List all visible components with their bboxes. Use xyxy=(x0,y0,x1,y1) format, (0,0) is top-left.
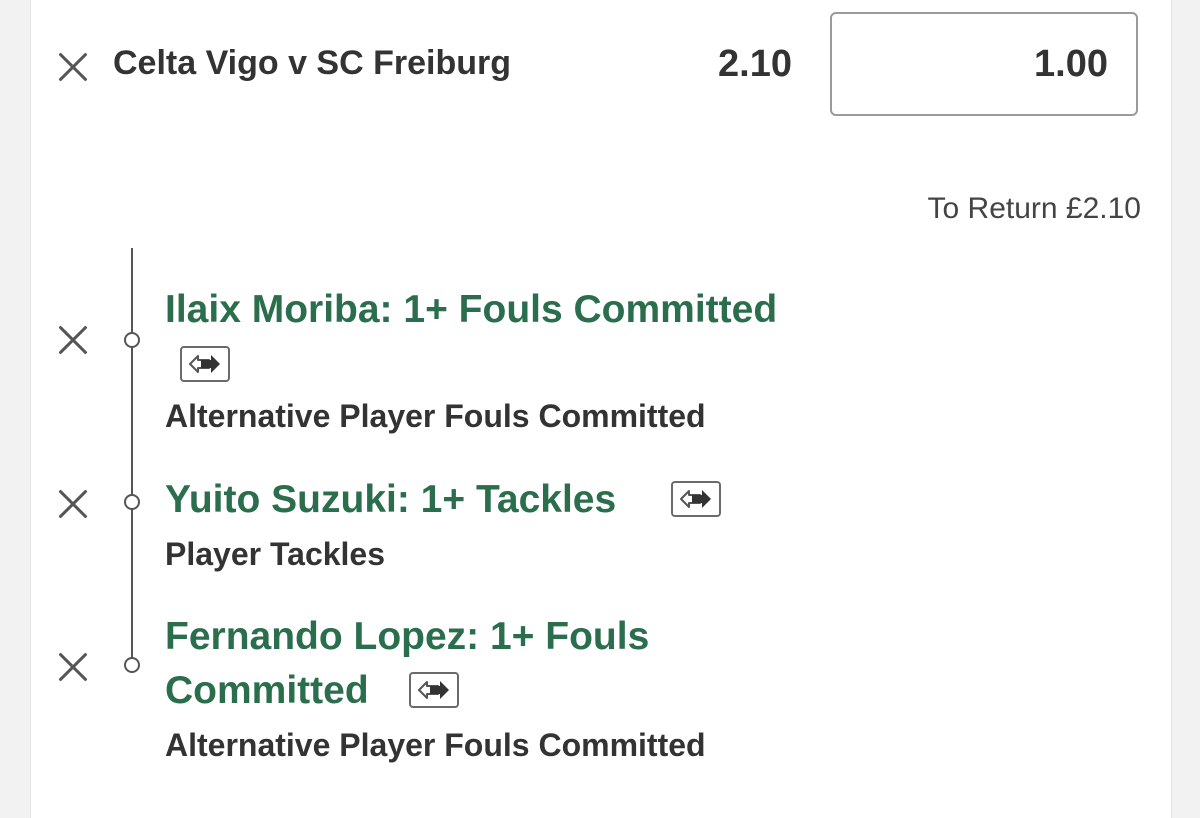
match-title: Celta Vigo v SC Freiburg xyxy=(113,44,512,82)
remove-bet-close-icon[interactable] xyxy=(56,50,90,84)
selection-title[interactable]: Ilaix Moriba: 1+ Fouls Committed xyxy=(165,283,777,337)
selection-market: Player Tackles xyxy=(165,536,386,572)
remove-selection-close-icon[interactable] xyxy=(56,487,90,521)
timeline-node xyxy=(124,332,140,348)
swap-icon[interactable] xyxy=(671,481,721,517)
timeline-node xyxy=(124,494,140,510)
selection-title-line-1[interactable]: Fernando Lopez: 1+ Fouls xyxy=(165,610,649,664)
bet-odds: 2.10 xyxy=(718,43,792,85)
selection-title-line-2[interactable]: Committed xyxy=(165,664,369,718)
stake-input[interactable]: 1.00 xyxy=(830,12,1138,116)
selection-title[interactable]: Yuito Suzuki: 1+ Tackles xyxy=(165,473,616,527)
remove-selection-close-icon[interactable] xyxy=(56,323,90,357)
remove-selection-close-icon[interactable] xyxy=(56,650,90,684)
swap-icon[interactable] xyxy=(409,672,459,708)
selection-market: Alternative Player Fouls Committed xyxy=(165,398,706,434)
to-return-text: To Return £2.10 xyxy=(927,192,1141,225)
selection-market: Alternative Player Fouls Committed xyxy=(165,727,706,763)
timeline-node xyxy=(124,657,140,673)
selection-timeline-line xyxy=(131,248,133,668)
swap-icon[interactable] xyxy=(180,346,230,382)
